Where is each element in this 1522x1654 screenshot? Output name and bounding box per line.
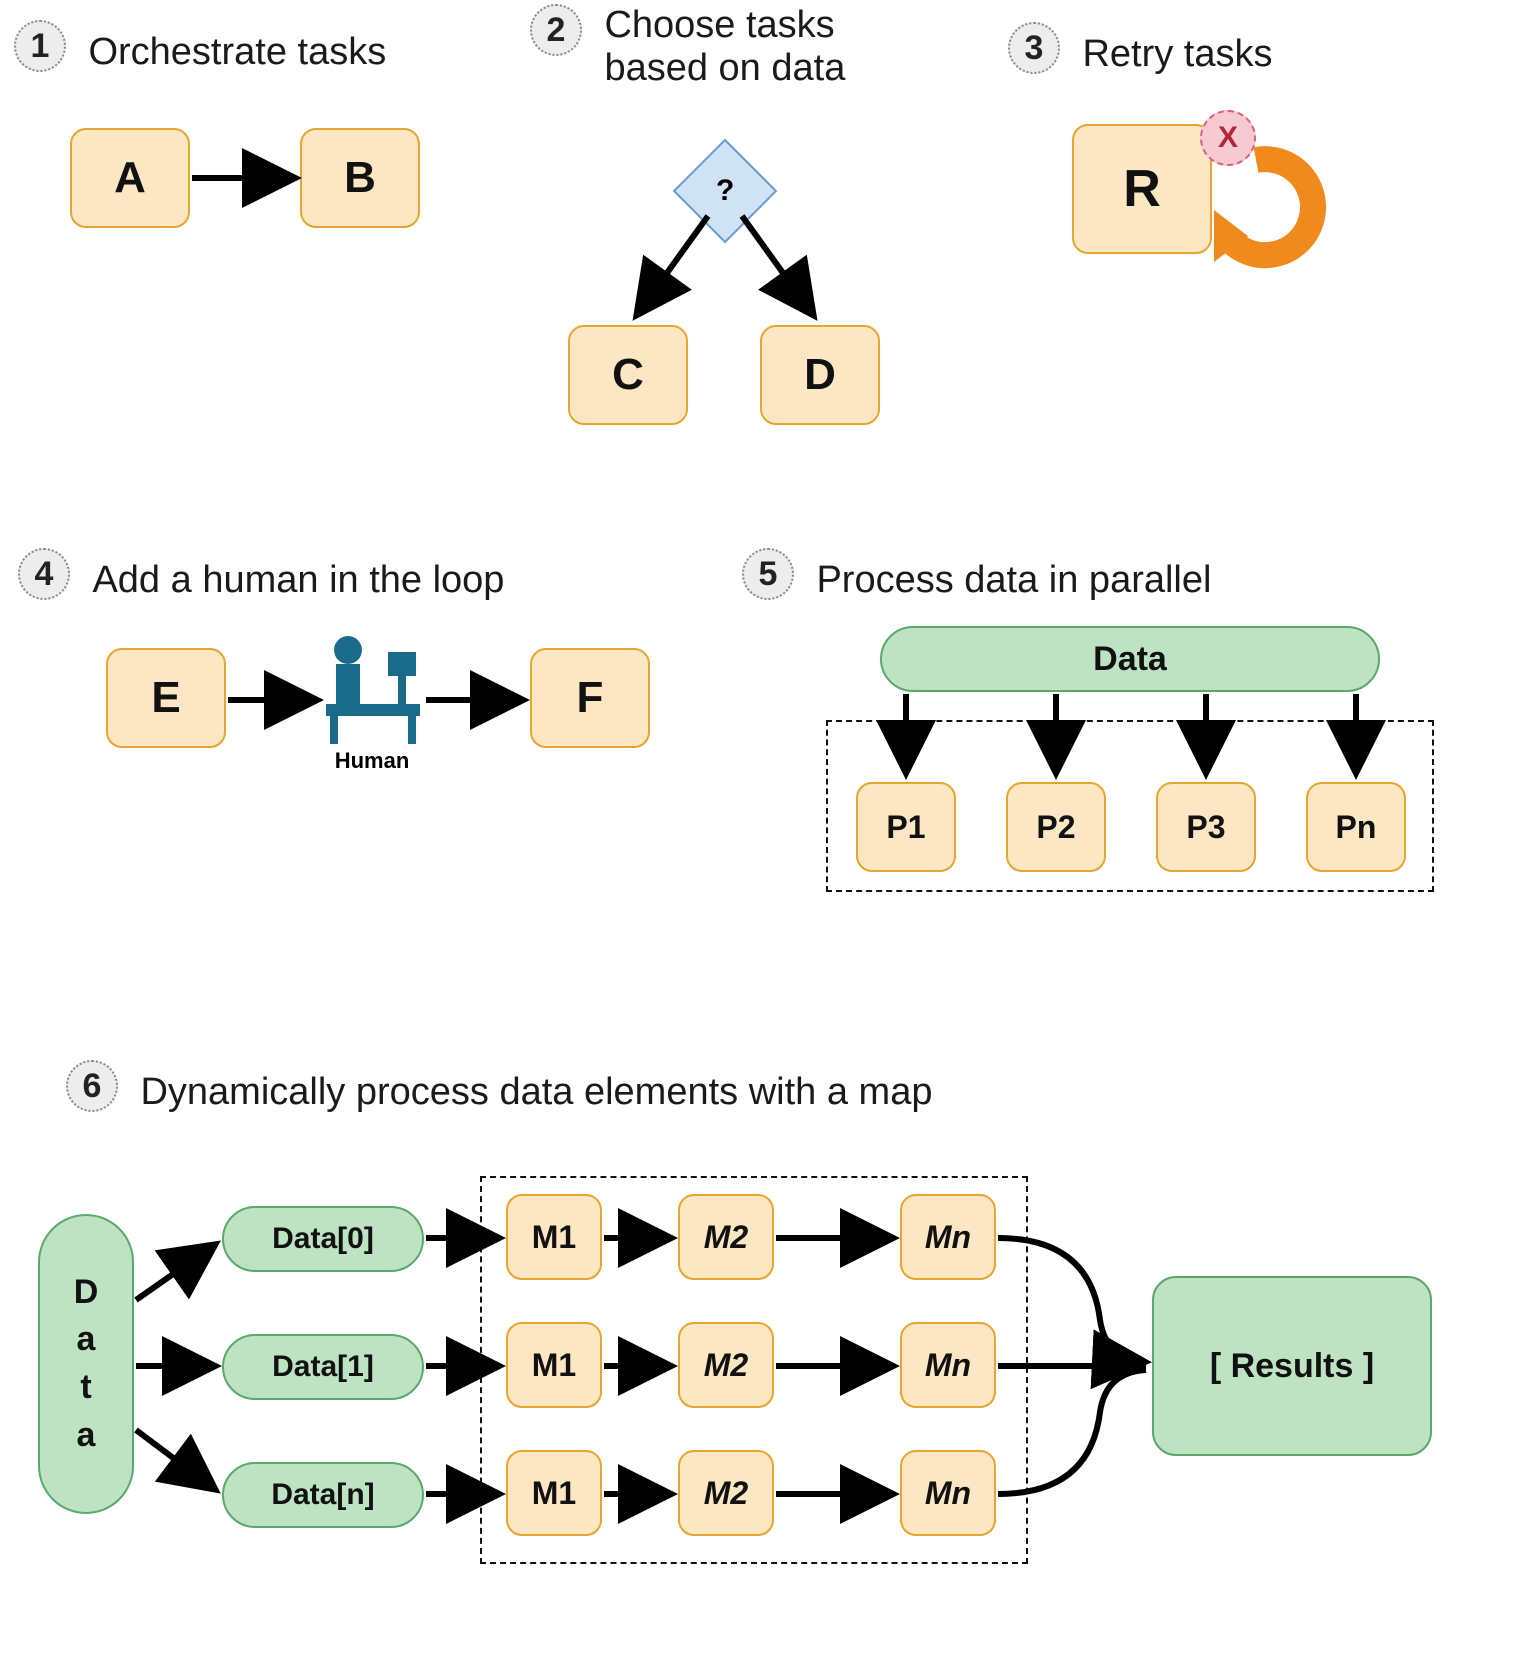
human-label: Human [322,748,422,774]
task-r: R [1072,124,1212,254]
mn-r1: Mn [900,1322,996,1408]
task-e: E [106,648,226,748]
title-4: Add a human in the loop [92,559,504,602]
section-parallel: 5 Process data in parallel [742,548,1211,602]
decision-label: ? [716,174,734,208]
task-pn: Pn [1306,782,1406,872]
m2-r1: M2 [678,1322,774,1408]
title-2: Choose tasks based on data [604,4,904,90]
data-pill: Data [880,626,1380,692]
task-c: C [568,325,688,425]
m1-r1: M1 [506,1322,602,1408]
badge-1: 1 [14,20,66,72]
section-choose: 2 Choose tasks based on data [530,4,910,90]
m1-r0: M1 [506,1194,602,1280]
section-human: 4 Add a human in the loop [18,548,504,602]
section-retry: 3 Retry tasks [1008,22,1273,76]
data-row-0: Data[0] [222,1206,424,1272]
section-map: 6 Dynamically process data elements with… [66,1060,932,1114]
data-row-1: Data[1] [222,1334,424,1400]
section-orchestrate: 1 Orchestrate tasks [14,20,386,74]
task-a: A [70,128,190,228]
task-p1: P1 [856,782,956,872]
title-3: Retry tasks [1082,33,1272,76]
badge-2: 2 [530,4,582,56]
decision-node: ? [688,154,762,228]
title-5: Process data in parallel [816,559,1211,602]
data-input: D a t a [38,1214,134,1514]
data-row-n: Data[n] [222,1462,424,1528]
mn-r2: Mn [900,1450,996,1536]
badge-6: 6 [66,1060,118,1112]
badge-5: 5 [742,548,794,600]
task-p2: P2 [1006,782,1106,872]
task-p3: P3 [1156,782,1256,872]
task-f: F [530,648,650,748]
mn-r0: Mn [900,1194,996,1280]
task-b: B [300,128,420,228]
m1-r2: M1 [506,1450,602,1536]
badge-3: 3 [1008,22,1060,74]
title-1: Orchestrate tasks [88,31,386,74]
task-d: D [760,325,880,425]
title-6: Dynamically process data elements with a… [140,1071,932,1114]
fail-badge: X [1200,110,1256,166]
m2-r0: M2 [678,1194,774,1280]
m2-r2: M2 [678,1450,774,1536]
results-box: [ Results ] [1152,1276,1432,1456]
badge-4: 4 [18,548,70,600]
